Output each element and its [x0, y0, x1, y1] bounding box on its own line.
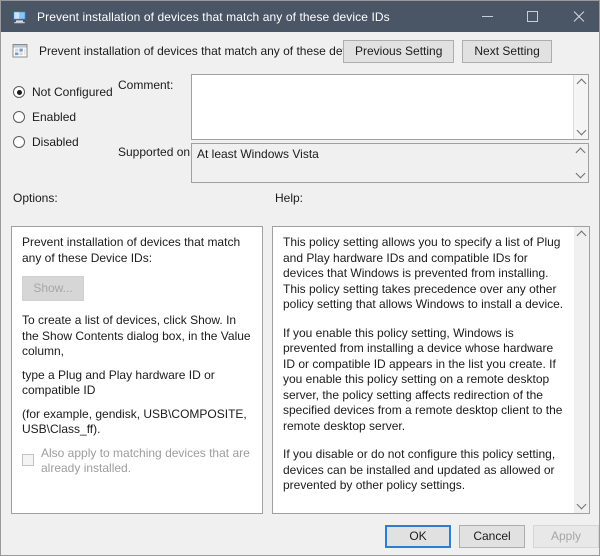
navigation-buttons: Previous Setting Next Setting — [343, 40, 552, 63]
policy-setting-icon — [12, 43, 29, 59]
minimize-icon[interactable] — [465, 1, 510, 32]
also-apply-checkbox-label: Also apply to matching devices that are … — [41, 445, 250, 476]
radio-enabled[interactable]: Enabled — [13, 105, 123, 129]
previous-setting-button[interactable]: Previous Setting — [343, 40, 455, 63]
radio-label: Enabled — [32, 110, 77, 124]
next-setting-button[interactable]: Next Setting — [462, 40, 552, 63]
window-title: Prevent installation of devices that mat… — [37, 9, 390, 24]
options-instruction-line-1: To create a list of devices, click Show.… — [22, 313, 251, 358]
window-controls — [465, 1, 599, 32]
help-label: Help: — [275, 191, 304, 205]
title-bar: Prevent installation of devices that mat… — [1, 1, 599, 32]
radio-indicator — [13, 111, 25, 123]
comment-label: Comment: — [118, 78, 174, 92]
scroll-down-icon[interactable] — [574, 499, 589, 512]
help-paragraph: If you enable this policy setting, Windo… — [283, 325, 563, 433]
supported-on-label: Supported on: — [118, 145, 194, 159]
apply-button: Apply — [533, 525, 599, 548]
radio-indicator — [13, 136, 25, 148]
checkbox-indicator[interactable] — [22, 453, 34, 466]
dialog-buttons: OK Cancel Apply — [385, 525, 599, 548]
options-panel: Prevent installation of devices that mat… — [11, 226, 263, 514]
help-panel: This policy setting allows you to specif… — [272, 226, 590, 514]
radio-label: Disabled — [32, 135, 79, 149]
options-label: Options: — [13, 191, 58, 205]
options-instruction-line-2: type a Plug and Play hardware ID or comp… — [22, 367, 215, 398]
scroll-down-icon[interactable] — [574, 125, 588, 138]
supported-on-scrollbar[interactable] — [573, 144, 588, 182]
help-scrollbar[interactable] — [574, 227, 589, 513]
group-policy-icon — [12, 9, 28, 25]
help-paragraph: If you disable or do not configure this … — [283, 447, 556, 492]
policy-state-radio-group: Not Configured Enabled Disabled — [13, 80, 123, 155]
also-apply-checkbox-row[interactable]: Also apply to matching devices that are … — [22, 446, 252, 477]
policy-setting-dialog: Prevent installation of devices that mat… — [0, 0, 600, 556]
cancel-button[interactable]: Cancel — [459, 525, 525, 548]
comment-input[interactable] — [191, 74, 589, 140]
scroll-up-icon[interactable] — [574, 76, 588, 89]
options-instruction-line-3: (for example, gendisk, USB\COMPOSITE, US… — [22, 406, 247, 437]
comment-scrollbar[interactable] — [573, 75, 588, 139]
scroll-up-icon[interactable] — [574, 228, 589, 241]
show-button[interactable]: Show... — [22, 276, 84, 301]
radio-indicator — [13, 86, 25, 98]
setting-title: Prevent installation of devices that mat… — [39, 44, 386, 58]
help-paragraph: This policy setting allows you to specif… — [283, 235, 564, 311]
ok-button[interactable]: OK — [385, 525, 451, 548]
maximize-icon[interactable] — [510, 1, 555, 32]
options-heading: Prevent installation of devices that mat… — [22, 235, 241, 265]
supported-on-field: At least Windows Vista — [191, 143, 589, 183]
scroll-up-icon[interactable] — [573, 145, 588, 158]
radio-not-configured[interactable]: Not Configured — [13, 80, 123, 104]
comment-value — [192, 75, 588, 81]
close-icon[interactable] — [555, 1, 599, 32]
scroll-down-icon[interactable] — [573, 168, 588, 181]
supported-on-value: At least Windows Vista — [197, 147, 319, 161]
radio-label: Not Configured — [32, 85, 113, 99]
radio-disabled[interactable]: Disabled — [13, 130, 123, 154]
